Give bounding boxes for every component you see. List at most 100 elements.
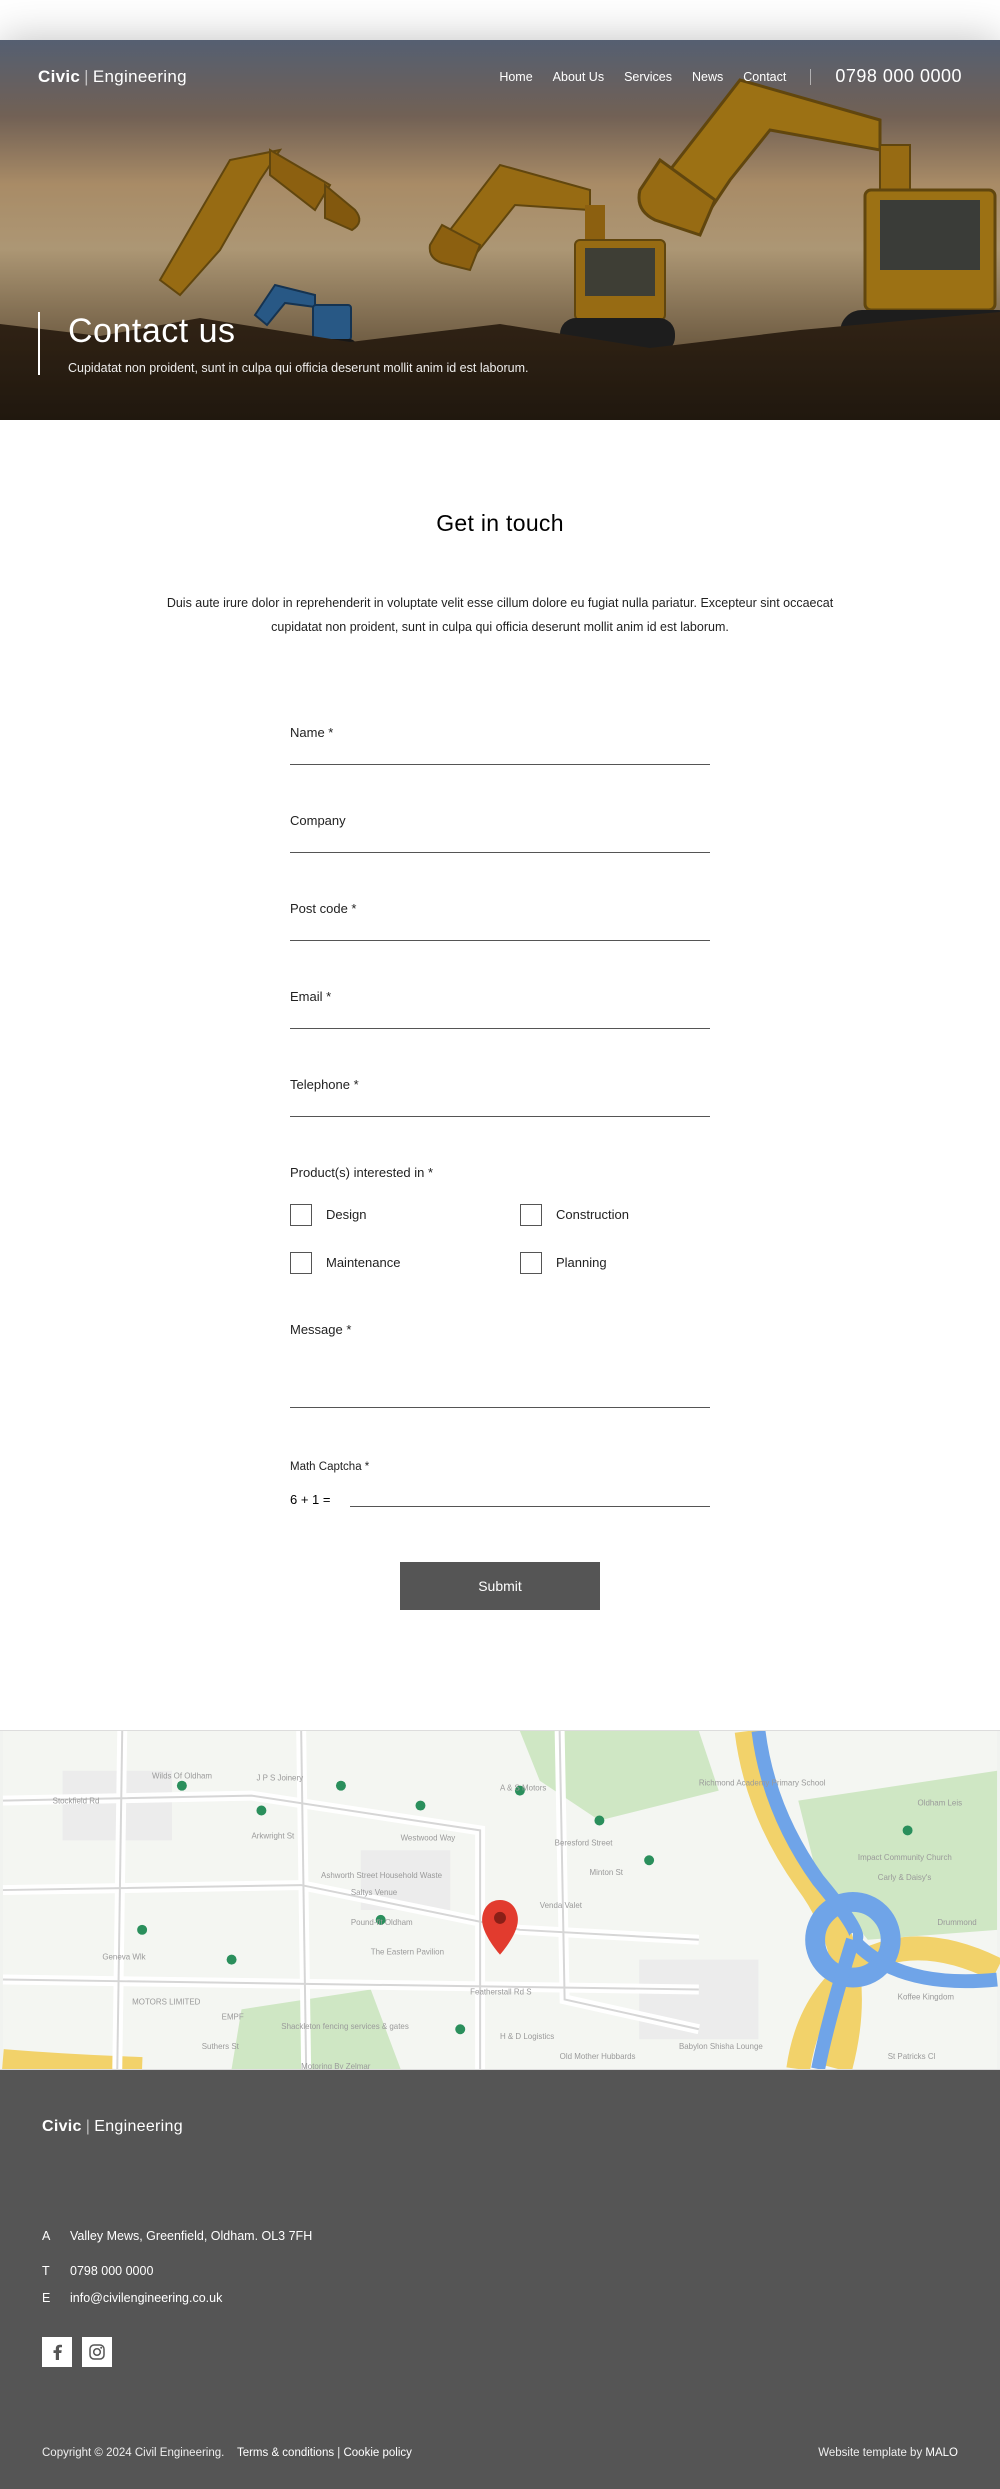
captcha-question: 6 + 1 = bbox=[290, 1492, 330, 1507]
input-postcode[interactable] bbox=[290, 919, 710, 941]
check-design: Design bbox=[290, 1204, 480, 1226]
svg-text:Carly & Daisy's: Carly & Daisy's bbox=[878, 1873, 932, 1882]
checkbox-construction[interactable] bbox=[520, 1204, 542, 1226]
svg-text:Drummond: Drummond bbox=[937, 1917, 976, 1926]
field-email: Email * bbox=[290, 989, 710, 1029]
footer-contacts: A Valley Mews, Greenfield, Oldham. OL3 7… bbox=[42, 2226, 958, 2310]
svg-text:Minton St: Minton St bbox=[589, 1868, 623, 1877]
field-postcode: Post code * bbox=[290, 901, 710, 941]
input-company[interactable] bbox=[290, 831, 710, 853]
svg-text:Pound-fit Oldham: Pound-fit Oldham bbox=[351, 1917, 413, 1926]
svg-text:Koffee Kingdom: Koffee Kingdom bbox=[898, 1992, 955, 2001]
nav-about[interactable]: About Us bbox=[553, 70, 604, 84]
svg-text:St Patricks Cl: St Patricks Cl bbox=[888, 2052, 936, 2061]
contact-form: Name * Company Post code * Email * Telep… bbox=[290, 725, 710, 1610]
checkbox-label: Planning bbox=[556, 1255, 607, 1270]
instagram-icon[interactable] bbox=[82, 2337, 112, 2367]
svg-text:Shackleton fencing services &: Shackleton fencing services & gates bbox=[281, 2022, 409, 2031]
svg-text:Richmond Academy Primary Schoo: Richmond Academy Primary School bbox=[699, 1778, 826, 1787]
checkbox-design[interactable] bbox=[290, 1204, 312, 1226]
page-title: Contact us bbox=[68, 312, 528, 351]
hero-section: Civic|Engineering Home About Us Services… bbox=[0, 40, 1000, 420]
input-captcha[interactable] bbox=[350, 1485, 710, 1507]
svg-text:Venda Valet: Venda Valet bbox=[540, 1900, 583, 1909]
input-email[interactable] bbox=[290, 1007, 710, 1029]
main-content: Get in touch Duis aute irure dolor in re… bbox=[0, 420, 1000, 1730]
cookie-link[interactable]: Cookie policy bbox=[343, 2447, 411, 2459]
email-key: E bbox=[42, 2288, 54, 2309]
nav-contact[interactable]: Contact bbox=[743, 70, 786, 84]
label-message: Message * bbox=[290, 1322, 710, 1337]
brand-logo[interactable]: Civic|Engineering bbox=[38, 67, 187, 87]
checkbox-planning[interactable] bbox=[520, 1252, 542, 1274]
nav-services[interactable]: Services bbox=[624, 70, 672, 84]
svg-text:Saltys Venue: Saltys Venue bbox=[351, 1888, 398, 1897]
input-message[interactable] bbox=[290, 1340, 710, 1408]
svg-text:Featherstall Rd S: Featherstall Rd S bbox=[470, 1987, 531, 1996]
svg-text:EMPF: EMPF bbox=[222, 2012, 244, 2021]
field-company: Company bbox=[290, 813, 710, 853]
nav-home[interactable]: Home bbox=[499, 70, 532, 84]
svg-text:Oldham Leis: Oldham Leis bbox=[918, 1798, 963, 1807]
submit-button[interactable]: Submit bbox=[400, 1562, 600, 1610]
top-bar: Civic|Engineering Home About Us Services… bbox=[0, 40, 1000, 113]
checkbox-label: Maintenance bbox=[326, 1255, 400, 1270]
svg-text:Suthers St: Suthers St bbox=[202, 2042, 240, 2051]
captcha-label: Math Captcha * bbox=[290, 1461, 710, 1473]
checkbox-maintenance[interactable] bbox=[290, 1252, 312, 1274]
field-message: Message * bbox=[290, 1322, 710, 1413]
main-nav: Home About Us Services News Contact 0798… bbox=[499, 66, 962, 87]
svg-text:MOTORS LIMITED: MOTORS LIMITED bbox=[132, 1997, 200, 2006]
social-links bbox=[42, 2337, 958, 2367]
facebook-icon[interactable] bbox=[42, 2337, 72, 2367]
input-name[interactable] bbox=[290, 743, 710, 765]
svg-text:J P S Joinery: J P S Joinery bbox=[256, 1773, 303, 1782]
input-telephone[interactable] bbox=[290, 1095, 710, 1117]
footer-brand[interactable]: Civic|Engineering bbox=[42, 2118, 958, 2136]
address-key: A bbox=[42, 2226, 54, 2247]
svg-text:Ashworth Street Household Wast: Ashworth Street Household Waste bbox=[321, 1871, 443, 1880]
footer: Civic|Engineering A Valley Mews, Greenfi… bbox=[0, 2070, 1000, 2489]
footer-bottom: Copyright © 2024 Civil Engineering. Term… bbox=[42, 2447, 958, 2459]
products-label: Product(s) interested in * bbox=[290, 1165, 710, 1180]
page: Civic|Engineering Home About Us Services… bbox=[0, 40, 1000, 2315]
nav-news[interactable]: News bbox=[692, 70, 723, 84]
label-postcode: Post code * bbox=[290, 901, 710, 916]
label-telephone: Telephone * bbox=[290, 1077, 710, 1092]
svg-text:Motoring By Zelmar: Motoring By Zelmar bbox=[301, 2062, 371, 2069]
svg-text:H & D Logistics: H & D Logistics bbox=[500, 2032, 554, 2041]
field-telephone: Telephone * bbox=[290, 1077, 710, 1117]
credit-text: Website template by bbox=[818, 2447, 925, 2459]
label-name: Name * bbox=[290, 725, 710, 740]
map-section[interactable]: Wilds Of Oldham Arkwright St Ashworth St… bbox=[0, 1730, 1000, 2070]
credit-link[interactable]: MALO bbox=[925, 2447, 958, 2459]
checkbox-label: Design bbox=[326, 1207, 366, 1222]
check-planning: Planning bbox=[520, 1252, 710, 1274]
check-construction: Construction bbox=[520, 1204, 710, 1226]
nav-divider bbox=[810, 69, 811, 85]
svg-text:A & S Motors: A & S Motors bbox=[500, 1783, 546, 1792]
svg-text:Stockfield Rd: Stockfield Rd bbox=[53, 1796, 100, 1805]
hero-title-block: Contact us Cupidatat non proident, sunt … bbox=[38, 312, 528, 375]
label-email: Email * bbox=[290, 989, 710, 1004]
footer-address: Valley Mews, Greenfield, Oldham. OL3 7FH bbox=[70, 2226, 312, 2247]
map-icon: Wilds Of Oldham Arkwright St Ashworth St… bbox=[0, 1731, 1000, 2069]
svg-text:Old Mother Hubbards: Old Mother Hubbards bbox=[560, 2052, 636, 2061]
svg-text:Arkwright St: Arkwright St bbox=[251, 1831, 295, 1840]
svg-text:Beresford Street: Beresford Street bbox=[555, 1838, 614, 1847]
checkbox-label: Construction bbox=[556, 1207, 629, 1222]
label-company: Company bbox=[290, 813, 710, 828]
header-phone[interactable]: 0798 000 0000 bbox=[835, 66, 962, 87]
intro-text: Duis aute irure dolor in reprehenderit i… bbox=[140, 592, 860, 640]
page-subtitle: Cupidatat non proident, sunt in culpa qu… bbox=[68, 361, 528, 375]
svg-text:Wilds Of Oldham: Wilds Of Oldham bbox=[152, 1771, 212, 1780]
section-heading: Get in touch bbox=[100, 510, 900, 537]
footer-email[interactable]: info@civilengineering.co.uk bbox=[70, 2288, 222, 2309]
tel-key: T bbox=[42, 2261, 54, 2282]
field-name: Name * bbox=[290, 725, 710, 765]
svg-text:Impact Community Church: Impact Community Church bbox=[858, 1853, 952, 1862]
terms-link[interactable]: Terms & conditions bbox=[237, 2447, 334, 2459]
svg-text:Babylon Shisha Lounge: Babylon Shisha Lounge bbox=[679, 2042, 763, 2051]
footer-phone[interactable]: 0798 000 0000 bbox=[70, 2261, 153, 2282]
svg-text:Westwood Way: Westwood Way bbox=[401, 1833, 456, 1842]
